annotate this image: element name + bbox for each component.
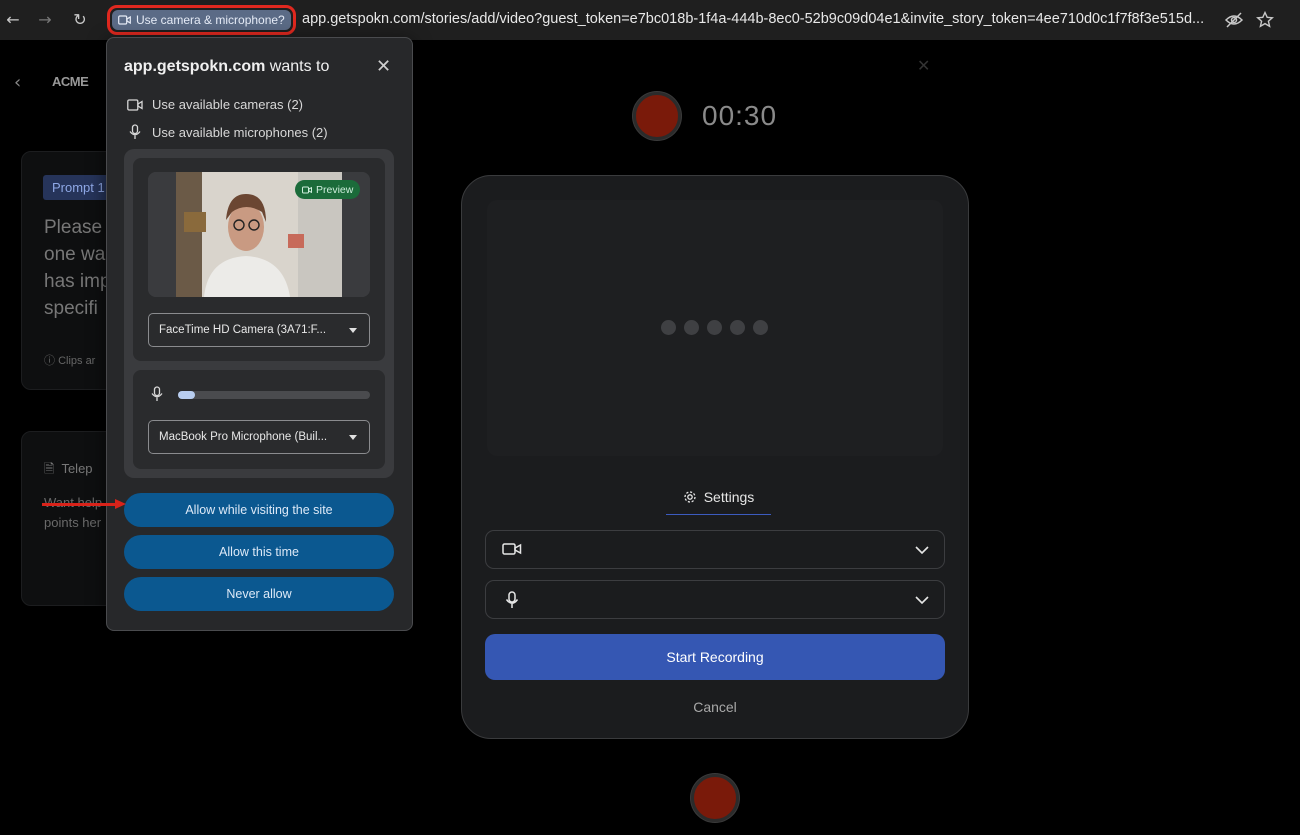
loading-dot	[661, 320, 676, 335]
prompt-line: specifi	[44, 298, 98, 319]
cancel-button[interactable]: Cancel	[485, 699, 945, 715]
back-icon[interactable]: ←	[2, 9, 24, 31]
video-camera-icon	[302, 186, 312, 193]
camera-dropdown-value: FaceTime HD Camera (3A71:F...	[159, 324, 327, 336]
preview-badge-label: Preview	[316, 183, 354, 196]
video-camera-icon	[502, 543, 522, 555]
popup-site: app.getspokn.com	[124, 58, 266, 75]
record-button[interactable]	[691, 774, 739, 822]
prompt-text: Please one wa has imp specifi	[44, 214, 114, 322]
caret-down-icon	[349, 328, 357, 333]
address-bar[interactable]: app.getspokn.com/stories/add/video?guest…	[302, 11, 1212, 27]
reload-icon[interactable]: ↻	[69, 9, 91, 31]
forward-icon[interactable]: →	[34, 9, 56, 31]
microphone-dropdown-value: MacBook Pro Microphone (Buil...	[159, 431, 328, 443]
loading-dot	[684, 320, 699, 335]
camera-permission-label: Use available cameras (2)	[152, 97, 304, 112]
microphone-permission: Use available microphones (2)	[127, 124, 328, 140]
annotation-arrow-head	[115, 499, 126, 509]
settings-label: Settings	[703, 489, 755, 505]
close-icon[interactable]: ✕	[376, 56, 391, 77]
record-indicator	[633, 92, 681, 140]
gear-icon	[684, 491, 696, 503]
microphone-permission-label: Use available microphones (2)	[152, 124, 328, 140]
allow-once-button[interactable]: Allow this time	[124, 535, 394, 569]
video-camera-icon	[127, 98, 143, 111]
microphone-select[interactable]	[485, 580, 945, 619]
prompt-line: has imp	[44, 271, 111, 292]
clips-note-text: Clips ar	[58, 355, 96, 367]
camera-dropdown[interactable]: FaceTime HD Camera (3A71:F...	[148, 313, 370, 347]
caret-down-icon	[349, 435, 357, 440]
camera-select[interactable]	[485, 530, 945, 569]
acme-logo: ACME	[52, 74, 89, 89]
prompt-line: Please	[44, 217, 103, 238]
microphone-icon	[505, 591, 519, 608]
chevron-down-icon	[915, 546, 929, 555]
annotation-arrow	[42, 503, 120, 506]
mic-level-meter	[178, 391, 370, 399]
tab-settings[interactable]: Settings	[666, 480, 771, 515]
want-help-text: Want help points her	[44, 493, 102, 533]
timer: 00:30	[702, 100, 778, 131]
never-allow-button[interactable]: Never allow	[124, 577, 394, 611]
start-recording-button[interactable]: Start Recording	[485, 634, 945, 680]
chevron-down-icon	[915, 596, 929, 605]
video-camera-icon	[118, 15, 131, 25]
preview-badge: Preview	[295, 180, 361, 199]
page-back-icon[interactable]: ‹	[14, 72, 21, 93]
prompt-tag: Prompt 1	[43, 175, 114, 200]
popup-title-suffix: wants to	[265, 58, 330, 75]
microphone-dropdown[interactable]: MacBook Pro Microphone (Buil...	[148, 420, 370, 454]
loading-dot	[707, 320, 722, 335]
loading-dot	[753, 320, 768, 335]
eye-off-icon[interactable]	[1224, 10, 1244, 30]
mic-level-fill	[178, 391, 196, 399]
microphone-icon	[129, 124, 141, 139]
permission-chip-label: Use camera & microphone?	[136, 13, 285, 27]
teleprompter-title: 🗎 Telep	[44, 461, 93, 476]
microphone-icon	[151, 386, 163, 401]
clips-note: ⓘ Clips ar	[44, 355, 96, 367]
close-icon[interactable]: ✕	[917, 56, 930, 76]
want-help-line: points her	[44, 515, 102, 530]
camera-permission: Use available cameras (2)	[127, 97, 303, 112]
teleprompter-label: Telep	[61, 461, 93, 476]
browser-toolbar: ← → ↻ Use camera & microphone? app.getsp…	[0, 0, 1300, 40]
star-icon[interactable]	[1255, 10, 1275, 30]
allow-site-button[interactable]: Allow while visiting the site	[124, 493, 394, 527]
popup-title: app.getspokn.com wants to	[124, 58, 329, 76]
loading-dot	[730, 320, 745, 335]
prompt-line: one wa	[44, 244, 106, 265]
permission-chip[interactable]: Use camera & microphone?	[107, 5, 296, 35]
